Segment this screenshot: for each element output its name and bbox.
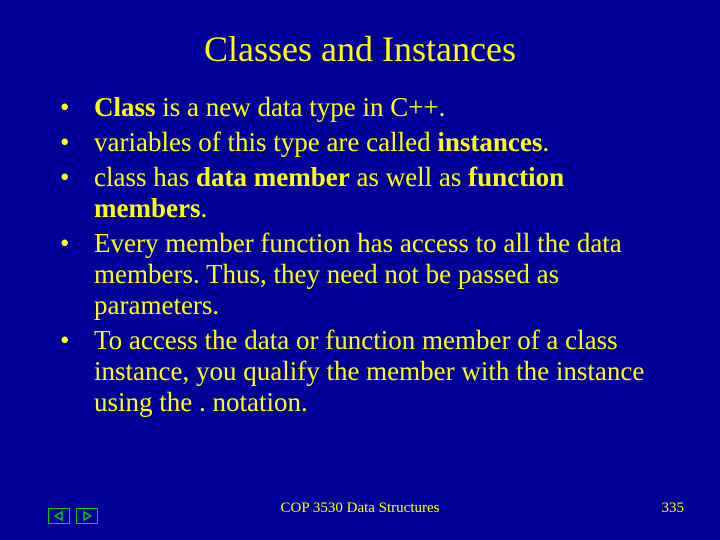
- slide-title: Classes and Instances: [40, 28, 680, 70]
- footer-page-number: 335: [662, 500, 685, 517]
- bullet-text: variables of this type are called: [94, 127, 437, 157]
- bullet-text: Every member function has access to all …: [94, 228, 622, 320]
- bullet-text: as well as: [350, 162, 468, 192]
- footer-course: COP 3530 Data Structures: [0, 500, 720, 517]
- bullet-item: To access the data or function member of…: [60, 325, 680, 418]
- bullet-text-bold: data member: [196, 162, 350, 192]
- bullet-text-bold: instances: [437, 127, 542, 157]
- bullet-text: .: [542, 127, 549, 157]
- bullet-text: .: [200, 193, 207, 223]
- footer: COP 3530 Data Structures 335: [0, 500, 720, 524]
- bullet-item: Class is a new data type in C++.: [60, 92, 680, 123]
- bullet-item: variables of this type are called instan…: [60, 127, 680, 158]
- bullet-text: class has: [94, 162, 196, 192]
- bullet-list: Class is a new data type in C++. variabl…: [40, 92, 680, 418]
- bullet-text: To access the data or function member of…: [94, 325, 644, 417]
- bullet-item: Every member function has access to all …: [60, 228, 680, 321]
- bullet-item: class has data member as well as functio…: [60, 162, 680, 224]
- bullet-text-bold: Class: [94, 92, 156, 122]
- slide: Classes and Instances Class is a new dat…: [0, 0, 720, 540]
- bullet-text: is a new data type in C++.: [156, 92, 446, 122]
